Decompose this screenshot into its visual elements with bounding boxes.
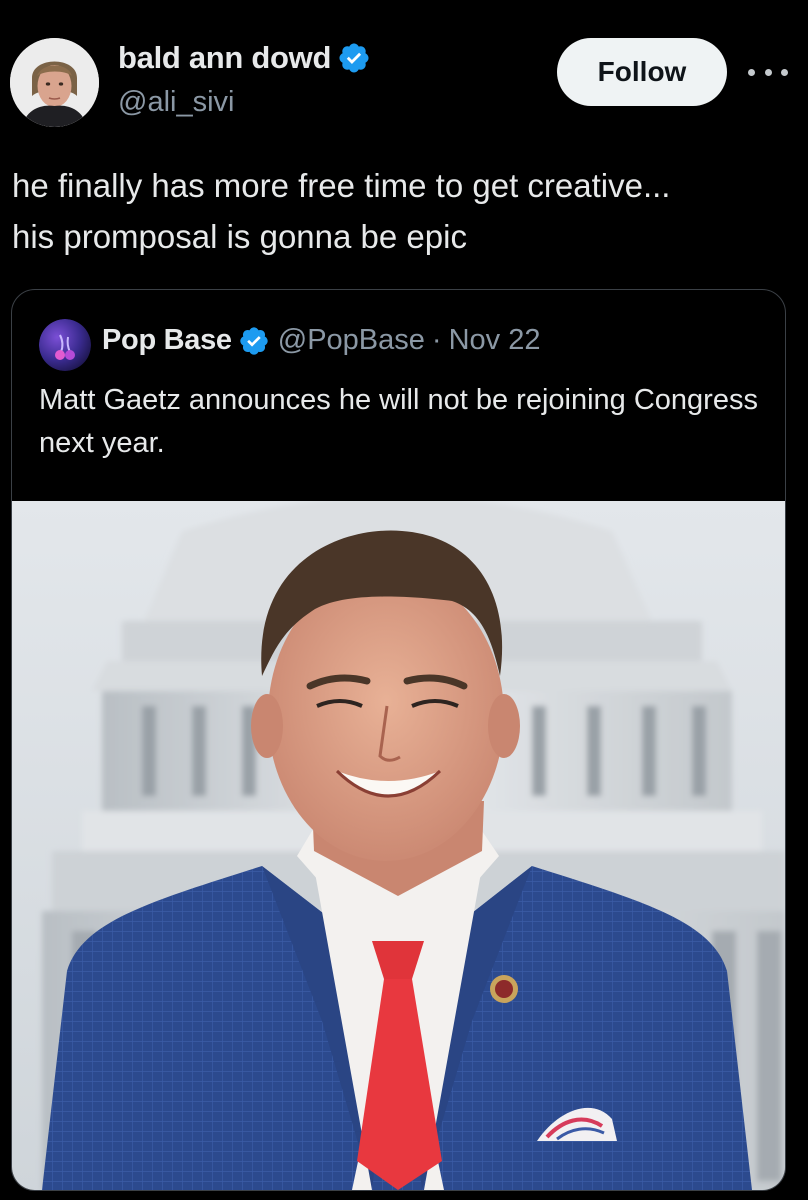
more-options-button[interactable]: [748, 58, 788, 86]
more-dots-icon: [781, 68, 788, 76]
quoted-header[interactable]: Pop Base @PopBase · Nov 22: [102, 324, 540, 357]
quoted-author-avatar[interactable]: [39, 319, 91, 371]
author-avatar[interactable]: [10, 38, 99, 127]
quoted-tweet-card[interactable]: Pop Base @PopBase · Nov 22 Matt Gaetz an…: [11, 289, 786, 1191]
more-dots-icon: [748, 68, 755, 76]
pop-base-logo-icon: [39, 319, 91, 371]
quoted-tweet-photo[interactable]: [12, 501, 785, 1190]
quoted-tweet-text: Matt Gaetz announces he will not be rejo…: [39, 384, 758, 459]
author-name-row[interactable]: bald ann dowd: [118, 40, 371, 76]
tweet-text: he finally has more free time to get cre…: [12, 167, 671, 255]
man-in-front-of-capitol-photo-icon: [12, 501, 785, 1190]
quoted-separator: ·: [431, 324, 442, 356]
author-handle[interactable]: @ali_sivi: [118, 86, 234, 119]
more-dots-icon: [764, 68, 772, 76]
tweet: bald ann dowd @ali_sivi Follow he finall…: [0, 0, 808, 1200]
portrait-avatar-icon: [10, 38, 99, 127]
quoted-date[interactable]: Nov 22: [449, 324, 541, 357]
quoted-display-name[interactable]: Pop Base: [102, 324, 232, 357]
verified-badge-icon: [240, 326, 268, 355]
follow-button[interactable]: Follow: [557, 38, 727, 106]
verified-badge-icon: [339, 43, 369, 73]
author-display-name[interactable]: bald ann dowd: [118, 40, 331, 76]
quoted-handle[interactable]: @PopBase: [278, 324, 425, 357]
